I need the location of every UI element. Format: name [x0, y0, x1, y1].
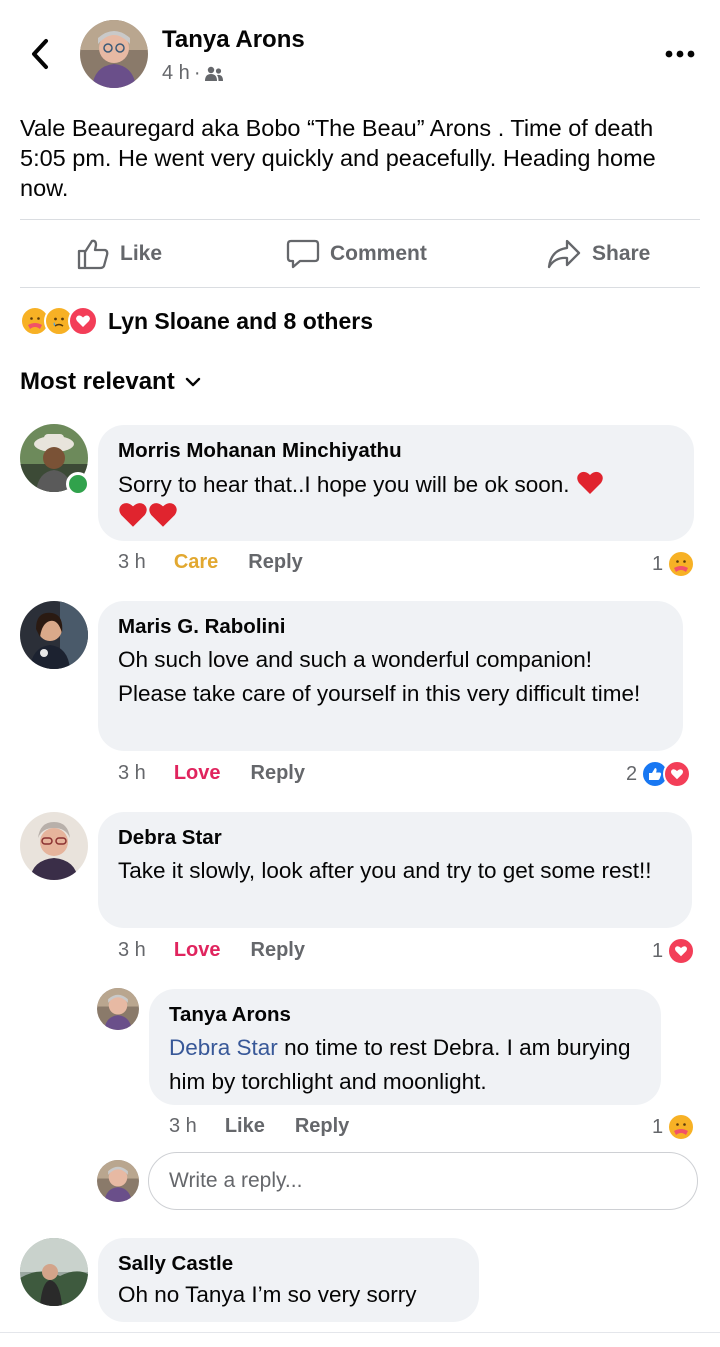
comment-meta: 3 h Love Reply: [118, 939, 305, 962]
like-button[interactable]: Like: [76, 232, 162, 276]
love-icon: [68, 306, 98, 336]
post-time: 4 h: [162, 62, 190, 84]
reply-reaction-count[interactable]: 1: [652, 1113, 696, 1141]
care-icon: [667, 1113, 696, 1141]
reactions-summary-text: Lyn Sloane and 8 others: [108, 307, 373, 334]
current-user-avatar: [97, 1160, 139, 1202]
heart-emoji-icon: [576, 471, 604, 497]
more-icon: [665, 50, 695, 58]
mention-link[interactable]: Debra Star: [169, 1035, 278, 1060]
dot-separator: ·: [193, 62, 201, 84]
comment-reaction-count[interactable]: 1: [652, 937, 696, 965]
care-icon: [667, 550, 696, 578]
comment-reaction-count[interactable]: 2: [626, 760, 692, 788]
comment-time: 3 h: [118, 939, 146, 961]
commenter-name[interactable]: Maris G. Rabolini: [118, 615, 663, 639]
comment-icon: [286, 239, 320, 269]
comment-react-button[interactable]: Love: [174, 939, 221, 962]
comment-bubble[interactable]: Maris G. Rabolini Oh such love and such …: [98, 601, 683, 751]
comment-bubble[interactable]: Sally Castle Oh no Tanya I’m so very sor…: [98, 1238, 479, 1322]
love-icon: [667, 937, 696, 965]
comment-react-button[interactable]: Care: [174, 551, 218, 574]
divider: [20, 287, 700, 288]
commenter-avatar[interactable]: [20, 812, 88, 880]
back-button[interactable]: [26, 36, 54, 72]
reply-time: 3 h: [169, 1115, 197, 1137]
commenter-name[interactable]: Sally Castle: [118, 1252, 459, 1276]
comment-label: Comment: [330, 242, 427, 265]
thumbs-up-icon: [77, 239, 109, 270]
comment-reply-button[interactable]: Reply: [248, 551, 302, 574]
divider: [20, 219, 700, 220]
post-meta: 4 h ·: [162, 62, 224, 85]
reply-reply-button[interactable]: Reply: [295, 1115, 349, 1138]
heart-emoji-icon: [148, 503, 178, 534]
comment-reply-button[interactable]: Reply: [251, 939, 305, 962]
sort-label: Most relevant: [20, 368, 175, 395]
reactions-summary[interactable]: Lyn Sloane and 8 others: [20, 306, 373, 336]
comment-reaction-count[interactable]: 1: [652, 550, 696, 578]
post-author-name[interactable]: Tanya Arons: [162, 26, 305, 54]
online-status-indicator: [66, 472, 90, 496]
comment-text: Oh no Tanya I’m so very sorry: [118, 1282, 417, 1307]
comment-bubble[interactable]: Morris Mohanan Minchiyathu Sorry to hear…: [98, 425, 694, 541]
like-label: Like: [120, 242, 163, 265]
reply-author-avatar[interactable]: [97, 988, 139, 1030]
post-author-avatar[interactable]: [80, 20, 148, 88]
comment-text: Take it slowly, look after you and try t…: [118, 858, 652, 883]
bottom-edge: [0, 1333, 720, 1347]
more-options-button[interactable]: [660, 36, 700, 72]
comment-meta: 3 h Love Reply: [118, 762, 305, 785]
post-text: Vale Beauregard aka Bobo “The Beau” Aron…: [20, 115, 656, 201]
comment-text: Sorry to hear that..I hope you will be o…: [118, 469, 674, 538]
commenter-name[interactable]: Debra Star: [118, 826, 672, 850]
love-icon: [663, 760, 692, 788]
comment-reply-button[interactable]: Reply: [251, 762, 305, 785]
heart-emoji-icon: [118, 503, 148, 534]
reply-author-name[interactable]: Tanya Arons: [169, 1003, 641, 1027]
comment-bubble[interactable]: Debra Star Take it slowly, look after yo…: [98, 812, 692, 928]
chevron-left-icon: [32, 39, 48, 69]
comment-sort-dropdown[interactable]: Most relevant: [20, 368, 201, 396]
chevron-down-icon: [185, 377, 200, 387]
share-label: Share: [592, 242, 651, 265]
friends-icon: [205, 66, 224, 81]
comment-text: Oh such love and such a wonderful compan…: [118, 647, 641, 706]
reply-bubble[interactable]: Tanya Arons Debra Star no time to rest D…: [149, 989, 661, 1105]
comment-meta: 3 h Care Reply: [118, 551, 303, 574]
share-icon: [547, 239, 581, 269]
comment-time: 3 h: [118, 551, 146, 573]
share-button[interactable]: Share: [546, 232, 650, 276]
comment-react-button[interactable]: Love: [174, 762, 221, 785]
reply-text: Debra Star no time to rest Debra. I am b…: [169, 1035, 631, 1094]
comment-button[interactable]: Comment: [286, 232, 427, 276]
commenter-avatar[interactable]: [20, 1238, 88, 1306]
comment-time: 3 h: [118, 762, 146, 784]
commenter-avatar[interactable]: [20, 601, 88, 669]
write-reply-input[interactable]: [148, 1152, 698, 1210]
reply-like-button[interactable]: Like: [225, 1115, 265, 1138]
reply-meta: 3 h Like Reply: [169, 1115, 349, 1138]
commenter-name[interactable]: Morris Mohanan Minchiyathu: [118, 439, 674, 463]
